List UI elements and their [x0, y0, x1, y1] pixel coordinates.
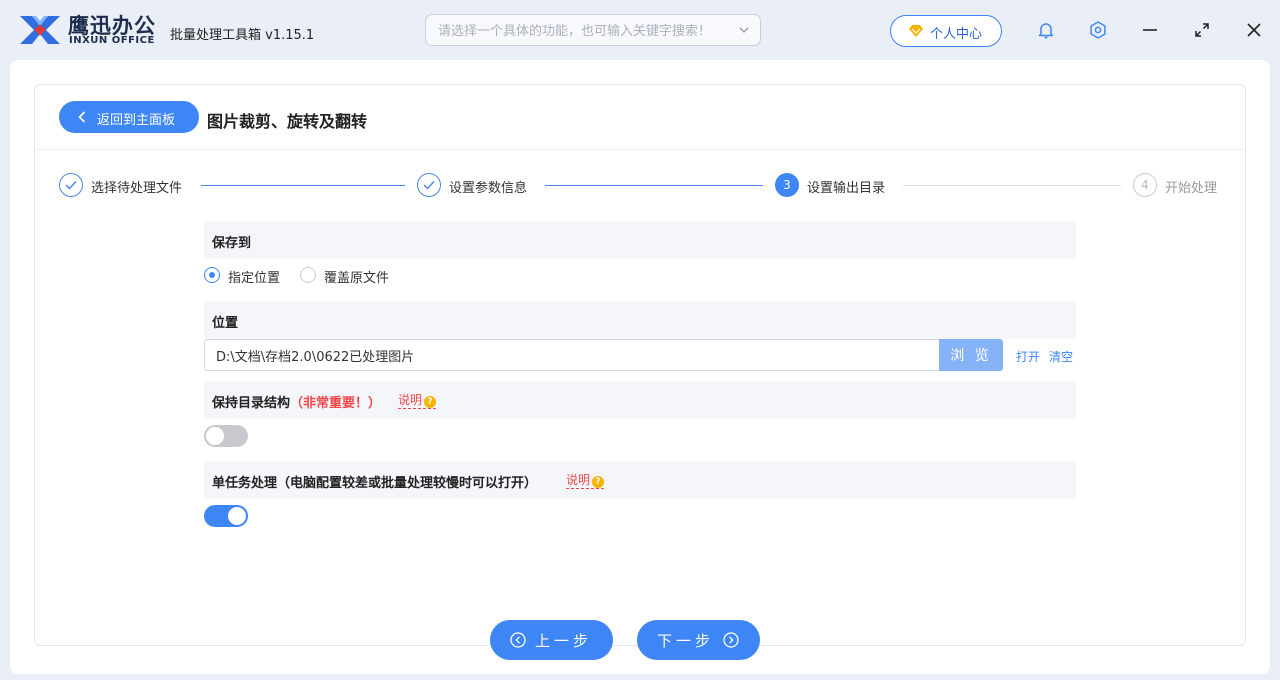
location-section-header: 位置: [204, 301, 1076, 339]
back-button-label: 返回到主面板: [97, 113, 176, 128]
chevron-down-icon[interactable]: [738, 24, 750, 36]
back-to-main-button[interactable]: 返回到主面板: [59, 101, 199, 133]
arrow-right-circle-icon: [723, 632, 739, 648]
clear-path-link[interactable]: 清空: [1049, 348, 1073, 365]
open-folder-link[interactable]: 打开: [1016, 348, 1040, 365]
toggle-knob: [228, 507, 246, 525]
maximize-icon[interactable]: [1192, 20, 1212, 40]
step-3-number: 3: [775, 173, 799, 197]
help-question-icon: ?: [592, 476, 605, 488]
bell-icon[interactable]: [1036, 20, 1056, 40]
minimize-icon[interactable]: [1140, 20, 1160, 40]
single-task-section-header: 单任务处理（电脑配置较差或批量处理较慢时可以打开） 说明?: [204, 461, 1076, 499]
save-to-section-header: 保存到: [204, 221, 1076, 259]
chevron-left-icon: [78, 111, 86, 123]
step-4-number: 4: [1133, 173, 1157, 197]
step-connector-2: [545, 185, 763, 186]
help-question-icon: ?: [424, 396, 437, 408]
gear-icon[interactable]: [1088, 20, 1108, 40]
single-task-heading: 单任务处理（电脑配置较差或批量处理较慢时可以打开）: [212, 476, 538, 491]
single-task-toggle[interactable]: [204, 505, 248, 527]
browse-button[interactable]: 浏 览: [939, 339, 1003, 371]
toggle-knob: [206, 427, 224, 445]
user-center-label: 个人中心: [930, 27, 983, 42]
radio-specified-location-label[interactable]: 指定位置: [228, 267, 280, 286]
radio-overwrite-original[interactable]: [300, 267, 316, 283]
arrow-left-circle-icon: [510, 632, 526, 648]
radio-overwrite-original-label[interactable]: 覆盖原文件: [324, 267, 389, 286]
keep-structure-heading: 保持目录结构（非常重要！）: [212, 392, 381, 411]
header-divider: [35, 149, 1245, 150]
step-connector-1: [201, 185, 405, 186]
previous-step-button[interactable]: 上一步: [490, 620, 613, 660]
keep-structure-title: 保持目录结构: [212, 396, 291, 411]
search-input[interactable]: [438, 21, 728, 41]
single-task-explain-label: 说明: [566, 473, 591, 487]
brand-name-en: INXUN OFFICE: [69, 35, 155, 46]
step-3-label: 设置输出目录: [807, 181, 886, 196]
step-4-label: 开始处理: [1165, 181, 1218, 196]
keep-structure-toggle[interactable]: [204, 425, 248, 447]
single-task-explain-link[interactable]: 说明?: [566, 473, 605, 489]
step-connector-3: [903, 185, 1121, 186]
step-2-label: 设置参数信息: [449, 181, 528, 196]
next-step-label: 下一步: [657, 632, 715, 650]
search-box[interactable]: [425, 14, 761, 46]
previous-step-label: 上一步: [535, 632, 593, 650]
keep-structure-section-header: 保持目录结构（非常重要！） 说明?: [204, 381, 1076, 419]
step-2-check-icon: [417, 173, 441, 197]
inxun-logo-icon: [20, 16, 60, 44]
user-center-button[interactable]: 个人中心: [890, 15, 1002, 47]
output-path-input[interactable]: [204, 339, 940, 371]
step-1-label: 选择待处理文件: [91, 181, 183, 196]
step-1-check-icon: [59, 173, 83, 197]
radio-specified-location[interactable]: [204, 267, 220, 283]
keep-structure-explain-link[interactable]: 说明?: [398, 393, 437, 409]
location-heading: 位置: [212, 316, 239, 331]
page-title: 图片裁剪、旋转及翻转: [207, 112, 368, 131]
save-to-heading: 保存到: [212, 236, 252, 251]
keep-structure-explain-label: 说明: [398, 393, 423, 407]
close-icon[interactable]: [1244, 20, 1264, 40]
app-name: 批量处理工具箱 v1.15.1: [170, 28, 315, 43]
next-step-button[interactable]: 下一步: [637, 620, 760, 660]
keep-structure-warning: （非常重要！）: [290, 396, 382, 411]
diamond-icon: [909, 25, 923, 37]
title-bar: 鹰迅办公 INXUN OFFICE 批量处理工具箱 v1.15.1 个人中心: [0, 0, 1280, 60]
